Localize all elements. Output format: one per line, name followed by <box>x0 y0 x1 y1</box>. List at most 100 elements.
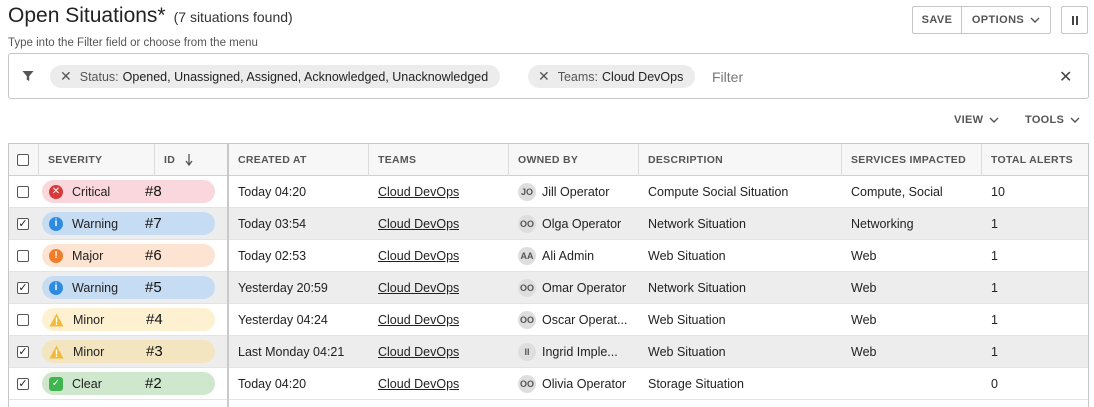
row-checkbox[interactable] <box>17 250 29 262</box>
select-all-checkbox[interactable] <box>17 154 29 166</box>
services-cell: Web <box>851 249 877 263</box>
team-link[interactable]: Cloud DevOps <box>378 345 459 359</box>
column-header-created-at[interactable]: CREATED AT <box>229 144 369 176</box>
clear-filter-icon[interactable]: ✕ <box>1059 67 1072 87</box>
avatar: OO <box>518 279 536 297</box>
column-header-services[interactable]: SERVICES IMPACTED <box>842 144 982 176</box>
sort-arrow-down-icon <box>185 154 193 166</box>
chip-key: Status: <box>79 69 119 84</box>
avatar: OO <box>518 215 536 233</box>
created-at-cell: Today 04:20 <box>238 377 307 391</box>
row-checkbox[interactable] <box>17 218 29 230</box>
options-button[interactable]: OPTIONS <box>962 7 1050 33</box>
filter-chip-status[interactable]: ✕ Status: Opened, Unassigned, Assigned, … <box>50 65 501 88</box>
team-cell: Cloud DevOps <box>378 208 459 240</box>
filter-input[interactable] <box>712 67 1032 87</box>
row-checkbox[interactable] <box>17 314 29 326</box>
info-circle-icon: i <box>49 280 63 295</box>
row-checkbox[interactable] <box>17 346 29 358</box>
row-select-cell <box>17 304 29 336</box>
severity-label: Minor <box>73 344 105 359</box>
owner-cell: OO Oscar Operat... <box>518 304 638 336</box>
x-circle-icon: ✕ <box>49 184 63 199</box>
team-cell: Cloud DevOps <box>378 240 459 272</box>
column-header-teams[interactable]: TEAMS <box>369 144 509 176</box>
table-row[interactable]: i Warning #7 Today 03:54 Cloud DevOps OO Olga … <box>9 208 1088 240</box>
owner-cell: II Ingrid Imple... <box>518 336 638 368</box>
table-row[interactable]: iWarning#5Yesterday 20:59Cloud DevOpsOOO… <box>9 272 1088 304</box>
created-at-cell: Today 04:20 <box>238 185 307 199</box>
total-alerts-cell: 10 <box>991 185 1005 199</box>
severity-pill: ✕ Critical #8 <box>42 180 215 203</box>
chevron-down-icon <box>1030 17 1040 23</box>
filter-funnel-icon[interactable] <box>22 70 34 82</box>
column-header-severity[interactable]: SEVERITY <box>39 144 155 176</box>
situation-id: #2 <box>145 375 162 392</box>
owner-name: Jill Operator <box>542 185 610 199</box>
services-cell: Web <box>851 313 877 327</box>
team-link[interactable]: Cloud DevOps <box>378 377 459 391</box>
created-at-cell: Yesterday 04:24 <box>238 313 328 327</box>
created-at-cell: Today 03:54 <box>238 217 307 231</box>
services-cell: Compute, Social <box>851 185 943 199</box>
filter-chip-teams[interactable]: ✕ Teams: Cloud DevOps <box>528 65 696 88</box>
situation-id: #4 <box>146 311 163 328</box>
team-link[interactable]: Cloud DevOps <box>378 217 459 231</box>
filter-hint: Type into the Filter field or choose fro… <box>8 37 258 49</box>
tools-menu[interactable]: TOOLS <box>1025 114 1080 126</box>
team-link[interactable]: Cloud DevOps <box>378 281 459 295</box>
owner-cell: OO Olivia Operator <box>518 368 638 400</box>
table-row[interactable]: Minor #3 Last Monday 04:21 Cloud DevOps II In… <box>9 336 1088 368</box>
tools-label: TOOLS <box>1025 114 1065 126</box>
description-cell: Web Situation <box>648 249 726 263</box>
remove-chip-icon[interactable]: ✕ <box>538 68 550 85</box>
check-square-icon: ✓ <box>49 376 63 391</box>
total-alerts-cell: 1 <box>991 313 998 327</box>
row-checkbox[interactable] <box>17 282 29 294</box>
table-row[interactable]: Minor #4 Yesterday 04:24 Cloud DevOps OO Osca… <box>9 304 1088 336</box>
pause-icon <box>1071 15 1074 25</box>
created-at-cell: Yesterday 20:59 <box>238 281 328 295</box>
owner-cell: OO Olga Operator <box>518 208 638 240</box>
row-select-cell <box>17 208 29 240</box>
row-checkbox[interactable] <box>17 378 29 390</box>
options-label: OPTIONS <box>971 14 1025 26</box>
owner-name: Omar Operator <box>542 281 627 295</box>
view-menu[interactable]: VIEW <box>954 114 999 126</box>
column-header-description[interactable]: DESCRIPTION <box>639 144 842 176</box>
info-circle-icon: i <box>49 216 63 231</box>
row-checkbox[interactable] <box>17 186 29 198</box>
description-cell: Network Situation <box>648 281 746 295</box>
team-link[interactable]: Cloud DevOps <box>378 249 459 263</box>
frozen-column-divider <box>227 144 229 407</box>
team-link[interactable]: Cloud DevOps <box>378 313 459 327</box>
situation-id: #7 <box>145 215 162 232</box>
chip-value: Cloud DevOps <box>602 69 684 84</box>
table-row[interactable]: ✓ Clear #2 Today 04:20 Cloud DevOps OO Olivia … <box>9 368 1088 400</box>
filter-bar: ✕ Status: Opened, Unassigned, Assigned, … <box>8 53 1089 99</box>
chip-value: Opened, Unassigned, Assigned, Acknowledg… <box>122 69 489 84</box>
situation-id: #8 <box>145 183 162 200</box>
chip-key: Teams: <box>557 69 599 84</box>
team-link[interactable]: Cloud DevOps <box>378 185 459 199</box>
services-cell: Web <box>851 345 877 359</box>
pause-icon-bar <box>1075 15 1078 25</box>
column-header-owned-by[interactable]: OWNED BY <box>509 144 639 176</box>
team-cell: Cloud DevOps <box>378 304 459 336</box>
team-cell: Cloud DevOps <box>378 272 459 304</box>
table-row[interactable]: ! Major #6 Today 02:53 Cloud DevOps AA Ali Adm… <box>9 240 1088 272</box>
owner-name: Ali Admin <box>542 249 595 263</box>
row-select-cell <box>17 368 29 400</box>
avatar: OO <box>518 311 536 329</box>
warning-triangle-icon <box>49 345 64 358</box>
column-header-id[interactable]: ID <box>155 144 227 176</box>
remove-chip-icon[interactable]: ✕ <box>60 68 72 85</box>
pause-button[interactable] <box>1061 6 1088 34</box>
owner-name: Oscar Operat... <box>542 313 628 327</box>
description-cell: Web Situation <box>648 313 726 327</box>
save-button[interactable]: SAVE <box>913 7 962 33</box>
page-header: Open Situations* (7 situations found) <box>8 4 293 32</box>
column-header-total-alerts[interactable]: TOTAL ALERTS <box>982 144 1088 176</box>
table-row[interactable]: ✕ Critical #8 Today 04:20 Cloud DevOps JO Jill… <box>9 176 1088 208</box>
team-cell: Cloud DevOps <box>378 176 459 208</box>
